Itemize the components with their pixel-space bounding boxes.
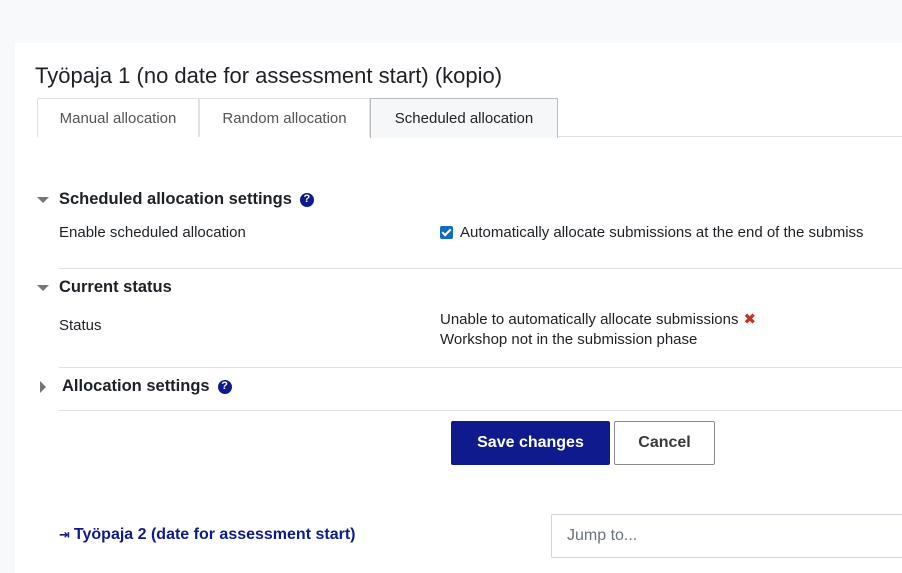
section-divider: [59, 410, 902, 411]
section-divider: [59, 268, 902, 269]
save-changes-button[interactable]: Save changes: [451, 421, 610, 465]
section-title-allocation: Allocation settings: [62, 377, 210, 395]
collapse-caret-icon: [37, 285, 49, 291]
status-message: Unable to automatically allocate submiss…: [440, 311, 739, 328]
status-label: Status: [59, 317, 102, 334]
section-title-scheduled: Scheduled allocation settings: [59, 190, 292, 208]
enable-scheduled-checkbox[interactable]: [440, 226, 453, 239]
arrow-left-icon: ⇥: [59, 527, 70, 542]
help-icon[interactable]: ?: [217, 379, 232, 394]
section-header-scheduled[interactable]: Scheduled allocation settings ?: [37, 190, 314, 209]
error-x-icon: ✖: [743, 311, 757, 328]
jump-to-select[interactable]: Jump to...: [551, 514, 902, 558]
status-line-1: Unable to automatically allocate submiss…: [440, 310, 756, 328]
jump-to-placeholder: Jump to...: [567, 527, 638, 544]
section-title-status: Current status: [59, 278, 172, 296]
help-icon[interactable]: ?: [299, 192, 314, 207]
enable-scheduled-checkbox-label[interactable]: Automatically allocate submissions at th…: [460, 224, 864, 241]
tab-random-allocation[interactable]: Random allocation: [199, 98, 370, 137]
tab-manual-allocation[interactable]: Manual allocation: [37, 98, 199, 137]
section-divider: [59, 367, 902, 368]
section-header-status[interactable]: Current status: [37, 278, 172, 297]
section-header-allocation[interactable]: Allocation settings ?: [37, 377, 232, 396]
expand-caret-icon: [40, 380, 46, 393]
previous-activity-link[interactable]: ⇥ Työpaja 2 (date for assessment start): [59, 526, 355, 544]
main-content: Työpaja 1 (no date for assessment start)…: [15, 43, 902, 573]
cancel-button[interactable]: Cancel: [614, 421, 715, 465]
collapse-caret-icon: [37, 197, 49, 203]
status-line-2: Workshop not in the submission phase: [440, 331, 698, 348]
page-title: Työpaja 1 (no date for assessment start)…: [35, 63, 503, 88]
allocation-tabs: Manual allocation Random allocation Sche…: [37, 98, 902, 138]
enable-scheduled-label: Enable scheduled allocation: [59, 224, 246, 241]
enable-scheduled-field: Automatically allocate submissions at th…: [440, 224, 864, 241]
tab-scheduled-allocation[interactable]: Scheduled allocation: [370, 98, 558, 138]
previous-activity-label: Työpaja 2 (date for assessment start): [73, 526, 356, 543]
